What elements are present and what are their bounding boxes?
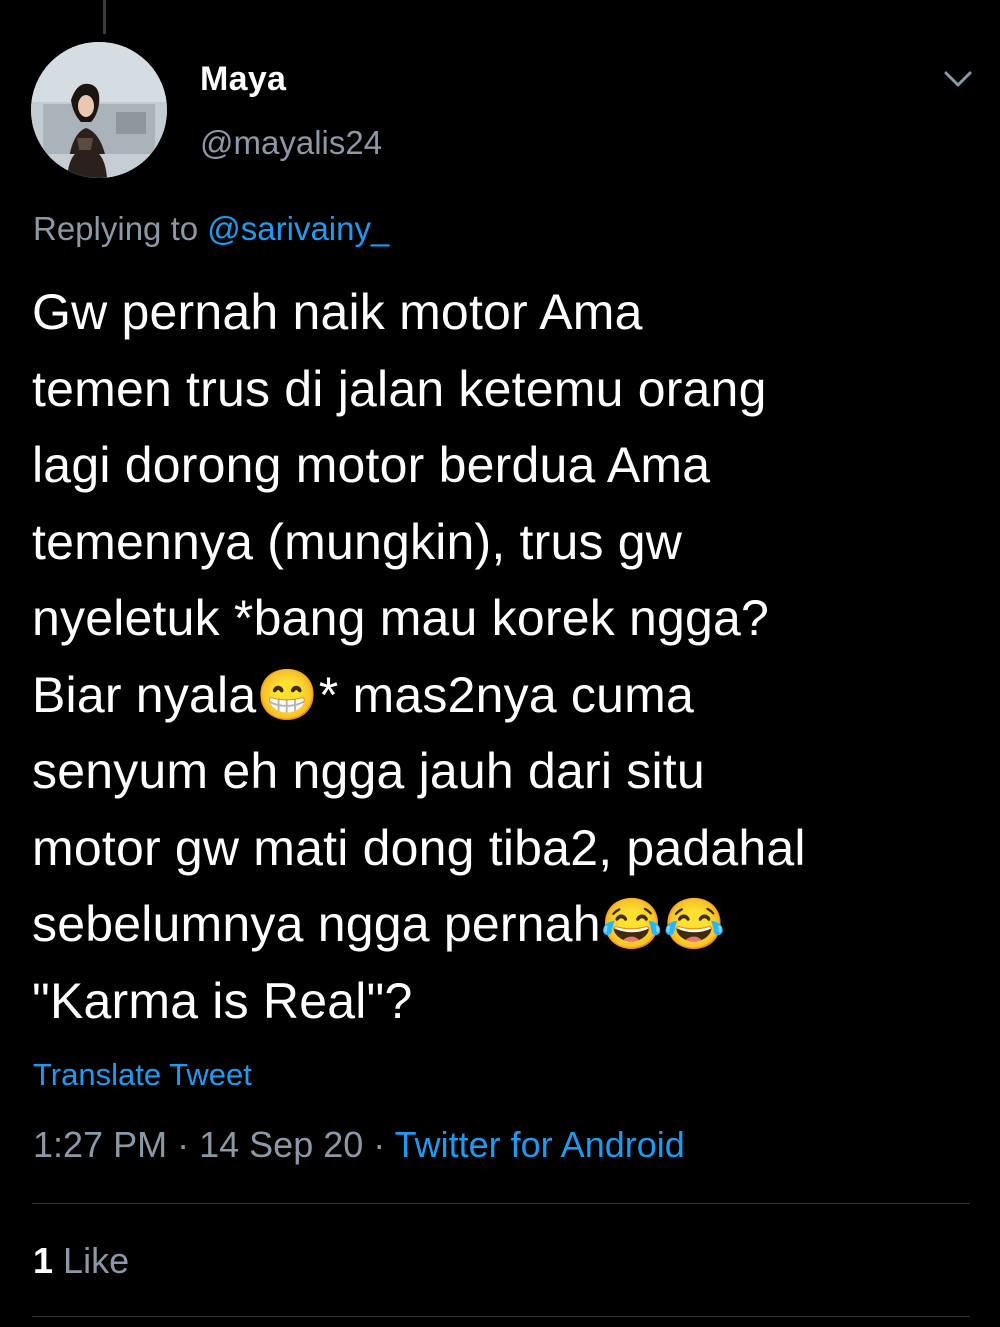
divider [32, 1316, 970, 1317]
tweet-text-line: senyum eh ngga jauh dari situ [32, 743, 705, 799]
avatar[interactable] [31, 42, 167, 178]
likes-count-link[interactable]: 1 Like [33, 1240, 129, 1282]
meta-separator: · [373, 1124, 386, 1165]
avatar-photo [31, 42, 167, 178]
user-handle[interactable]: @mayalis24 [200, 124, 382, 162]
replying-to-mention[interactable]: @sarivainy_ [207, 210, 389, 247]
tweet-text-line: nyeletuk *bang mau korek ngga? [32, 590, 770, 646]
tweet-text-line: Biar nyala😁* mas2nya cuma [32, 666, 694, 723]
tweet-text-line: "Karma is Real"? [32, 972, 413, 1029]
replying-to-line: Replying to @sarivainy_ [33, 210, 389, 248]
chevron-down-icon [944, 71, 972, 87]
tweet-date: 14 Sep 20 [199, 1124, 364, 1165]
thread-connector-line [103, 0, 106, 34]
tweet-text-line: motor gw mati dong tiba2, padahal [32, 819, 806, 876]
more-options-button[interactable] [935, 64, 981, 94]
tweet-metadata: 1:27 PM · 14 Sep 20 · Twitter for Androi… [33, 1124, 685, 1166]
tweet-text-line: Gw pernah naik motor Ama [32, 284, 643, 340]
replying-to-label: Replying to [33, 210, 199, 247]
tweet-text-line: lagi dorong motor berdua Ama [32, 437, 711, 493]
tweet-text-line: temen trus di jalan ketemu orang [32, 360, 767, 417]
like-count: 1 [33, 1240, 54, 1281]
tweet-time: 1:27 PM [33, 1124, 168, 1165]
tweet-text-line: sebelumnya ngga pernah😂😂 [32, 896, 726, 952]
display-name[interactable]: Maya [200, 60, 286, 99]
meta-separator: · [177, 1124, 190, 1165]
translate-tweet-link[interactable]: Translate Tweet [33, 1057, 252, 1093]
tweet-source-link[interactable]: Twitter for Android [395, 1124, 685, 1165]
like-label: Like [63, 1240, 130, 1281]
divider [32, 1203, 970, 1204]
tweet-text-line: temennya (mungkin), trus gw [32, 513, 683, 570]
tweet-text: Gw pernah naik motor Ama temen trus di ja… [32, 274, 977, 1039]
